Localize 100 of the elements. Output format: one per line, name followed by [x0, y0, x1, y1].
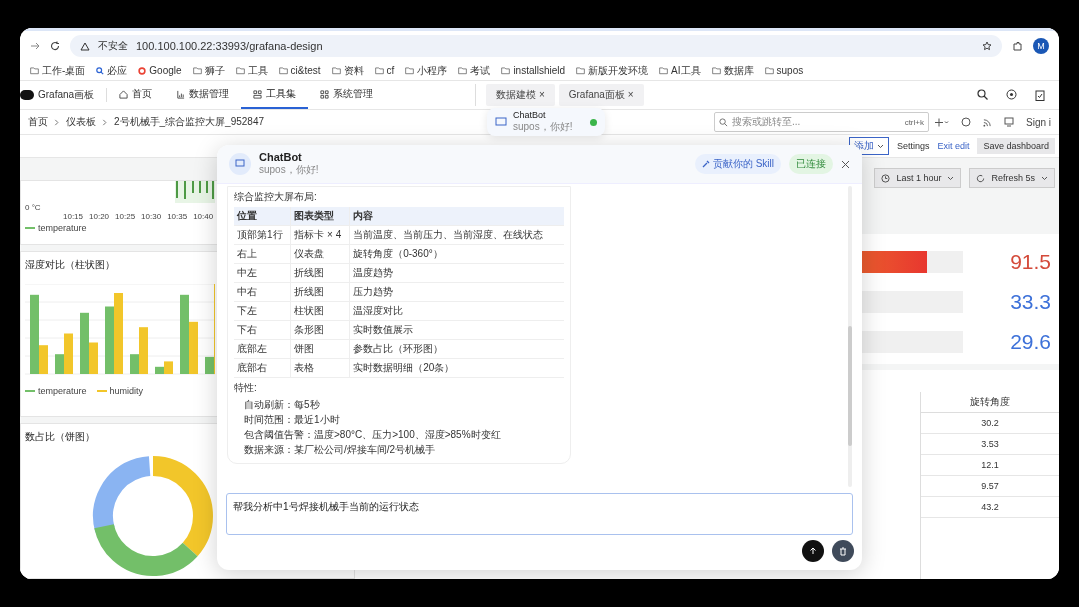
list-item: 数据来源：某厂松公司/焊接车间/2号机械手	[244, 443, 436, 457]
panel-title: 数占比（饼图）	[25, 430, 95, 444]
table-cell: 表格	[290, 358, 350, 378]
search-field[interactable]: 搜索或跳转至... ctrl+k	[714, 112, 929, 132]
bookmark-item[interactable]: ci&test	[278, 65, 321, 76]
table-cell: 当前温度、当前压力、当前湿度、在线状态	[349, 225, 564, 245]
gauge-value: 29.6	[1009, 330, 1051, 354]
search-icon	[96, 66, 105, 75]
message-text: 综合监控大屏布局:	[234, 190, 317, 204]
folder-icon	[576, 66, 586, 75]
table-cell: 折线图	[290, 263, 350, 283]
forward-arrow-icon[interactable]	[30, 41, 40, 51]
grid-icon	[320, 89, 330, 99]
message-text: 特性:	[234, 381, 257, 395]
page-tab[interactable]: Grafana面板 ×	[558, 84, 644, 106]
close-button[interactable]	[841, 159, 850, 169]
folder-icon	[278, 66, 288, 75]
table-cell: 下右	[234, 320, 291, 340]
url-text: 100.100.100.22:33993/grafana-design	[136, 40, 323, 52]
table-cell: 30.2	[921, 413, 1059, 434]
table-cell: 右上	[234, 244, 291, 264]
breadcrumb-item[interactable]: 仪表板	[66, 115, 96, 129]
gauge-value: 33.3	[1009, 290, 1051, 314]
nav-item[interactable]: 工具集	[241, 81, 309, 109]
bookmark-item[interactable]: 工作-桌面	[30, 63, 86, 78]
app-logo-text: Grafana画板	[38, 88, 95, 102]
axis-tick-label: 10:35	[167, 212, 188, 221]
list-item: 时间范围：最近1小时	[244, 413, 340, 427]
nav-item[interactable]: 首页	[107, 81, 165, 109]
list-item: 自动刷新：每5秒	[244, 398, 320, 412]
folder-icon	[659, 66, 669, 75]
bookmark-item[interactable]: 狮子	[192, 63, 225, 78]
bookmark-item[interactable]: Google	[138, 65, 182, 76]
clipboard-icon[interactable]	[1035, 89, 1045, 101]
bookmark-item[interactable]: cf	[374, 65, 395, 76]
folder-icon	[192, 66, 202, 75]
message-input[interactable]: 帮我分析中1号焊接机械手当前的运行状态	[226, 493, 853, 535]
breadcrumb-item[interactable]: 首页	[28, 115, 48, 129]
panel-title: 湿度对比（柱状图）	[25, 257, 115, 272]
sign-in-link[interactable]: Sign i	[1026, 116, 1051, 128]
gauge-value: 91.5	[1009, 250, 1051, 274]
bookmark-item[interactable]: 考试	[458, 63, 491, 78]
table-cell: 中右	[234, 282, 291, 302]
settings-button[interactable]: Settings	[896, 141, 930, 151]
monitor-icon[interactable]	[1004, 117, 1014, 127]
database-icon	[176, 89, 186, 99]
table-cell: 底部右	[234, 358, 291, 378]
column-header: 内容	[349, 207, 564, 226]
delete-button[interactable]	[832, 540, 854, 562]
page-tab[interactable]: 数据建模 ×	[486, 84, 555, 106]
folder-icon	[405, 66, 415, 75]
nav-item[interactable]: 数据管理	[164, 81, 242, 109]
extensions-icon[interactable]	[1012, 40, 1023, 52]
bookmark-item[interactable]: 数据库	[711, 63, 754, 78]
exit-edit-button[interactable]: Exit edit	[937, 141, 970, 151]
list-item: 包含阈值告警：温度>80°C、压力>100、湿度>85%时变红	[244, 428, 501, 442]
profile-avatar[interactable]: M	[1033, 38, 1049, 54]
bookmark-item[interactable]: 必应	[96, 63, 128, 78]
bookmark-item[interactable]: 小程序	[405, 63, 448, 78]
axis-tick-label: 10:25	[115, 212, 136, 221]
time-range-picker[interactable]: Last 1 hour	[874, 168, 962, 188]
nav-item[interactable]: 系统管理	[308, 81, 386, 109]
folder-icon	[764, 66, 774, 75]
security-label: 不安全	[98, 39, 128, 53]
rss-icon[interactable]	[983, 117, 992, 127]
chatbot-launcher[interactable]: ChatBot supos，你好!	[487, 108, 605, 136]
scrollbar[interactable]	[848, 186, 852, 487]
table-cell: 12.1	[921, 455, 1059, 476]
search-icon[interactable]	[977, 89, 988, 100]
address-bar[interactable]: 不安全 100.100.100.22:33993/grafana-design	[70, 35, 1002, 57]
chat-subtitle: supos，你好!	[259, 163, 319, 177]
table-cell: 实时数据明细（20条）	[349, 358, 564, 378]
toolbox-icon	[253, 89, 263, 99]
bookmark-item[interactable]: 资料	[331, 63, 364, 78]
bookmark-item[interactable]: supos	[764, 65, 804, 76]
chat-bot-icon	[495, 116, 507, 128]
save-dashboard-button[interactable]: Save dashboard	[977, 138, 1055, 154]
legend-label: humidity	[109, 385, 144, 396]
chevron-right-icon	[54, 118, 60, 126]
bookmark-item[interactable]: 新版开发环境	[576, 63, 649, 78]
status-badge: 已连接	[789, 154, 833, 174]
folder-icon	[711, 66, 721, 75]
table-cell: 指标卡 × 4	[290, 225, 350, 245]
contribute-skill-button[interactable]: 贡献你的 Skill	[694, 154, 781, 174]
table-cell: 旋转角度（0-360°）	[349, 244, 564, 264]
table-cell: 仪表盘	[290, 244, 350, 264]
caret-icon	[876, 143, 884, 149]
bookmark-item[interactable]: installshield	[501, 65, 566, 76]
plus-icon[interactable]	[935, 117, 949, 127]
send-button[interactable]	[802, 540, 824, 562]
reload-icon[interactable]	[50, 41, 60, 51]
table-cell: 实时数值展示	[349, 320, 564, 340]
table-cell: 条形图	[290, 320, 350, 340]
axis-tick-label: 10:15	[63, 212, 84, 221]
star-icon[interactable]	[982, 41, 992, 51]
refresh-button[interactable]: Refresh 5s	[969, 168, 1055, 188]
bookmark-item[interactable]: AI工具	[659, 63, 701, 78]
axis-tick-label: 10:20	[89, 212, 110, 221]
bookmark-item[interactable]: 工具	[235, 63, 268, 78]
home-icon	[119, 89, 129, 99]
